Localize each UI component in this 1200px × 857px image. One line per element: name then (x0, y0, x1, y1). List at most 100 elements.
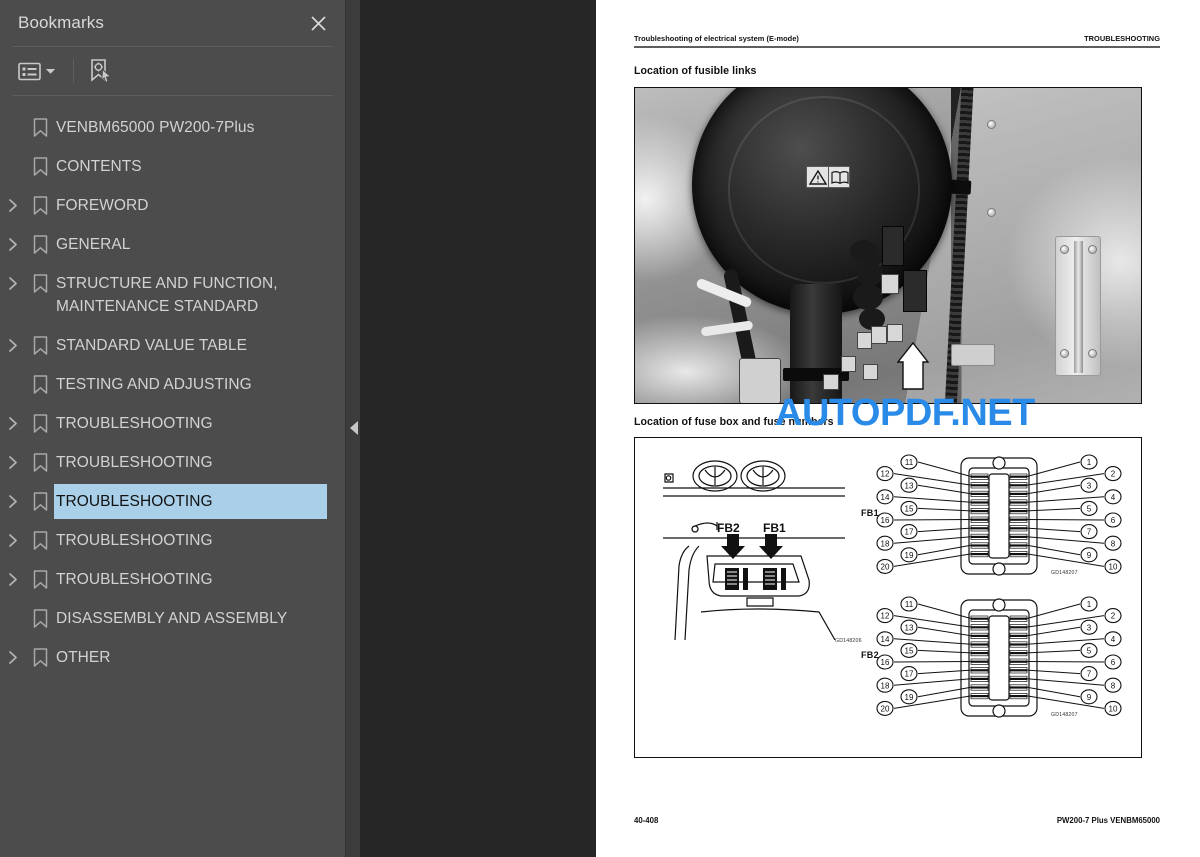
hose-bundle (857, 261, 883, 286)
bookmark-item[interactable]: STRUCTURE AND FUNCTION, MAINTENANCE STAN… (0, 264, 345, 326)
fuse-number-bubble: 8 (1104, 677, 1122, 693)
fuse-number-bubble: 20 (876, 700, 894, 716)
bookmark-item[interactable]: TESTING AND ADJUSTING (0, 365, 345, 404)
fuse-number-bubble: 10 (1104, 558, 1122, 574)
list-options-icon[interactable] (18, 56, 62, 86)
svg-text:11: 11 (905, 600, 914, 609)
document-viewer[interactable]: Troubleshooting of electrical system (E-… (360, 0, 1200, 857)
bookmark-list[interactable]: VENBM65000 PW200-7Plus CONTENTS FOREWORD GE… (0, 96, 345, 857)
fuse-number-bubble: 16 (876, 654, 894, 670)
fuse-number-bubble: 17 (900, 523, 918, 539)
fuse-number-bubble: 10 (1104, 700, 1122, 716)
page-header-right: TROUBLESHOOTING (1084, 34, 1160, 43)
fuse-number-bubble: 18 (876, 535, 894, 551)
bookmark-icon (26, 367, 54, 394)
section-title-fuse-box: Location of fuse box and fuse numbers (634, 415, 834, 428)
page-header: Troubleshooting of electrical system (E-… (634, 34, 1160, 43)
fuse-box-fb2-label: FB2 (861, 649, 879, 660)
sidebar-title: Bookmarks (18, 13, 104, 32)
chevron-right-icon[interactable] (0, 562, 26, 586)
svg-text:3: 3 (1087, 623, 1092, 632)
bookmark-icon (26, 445, 54, 472)
fuse-number-bubble: 16 (876, 512, 894, 528)
fuse-number-bubble: 19 (900, 688, 918, 704)
figure-fusible-links-photo (634, 86, 1142, 404)
bookmark-label: OTHER (56, 649, 111, 666)
chevron-right-icon[interactable] (0, 406, 26, 430)
tube-clamp-band (783, 367, 849, 381)
chevron-right-icon[interactable] (0, 523, 26, 547)
bookmark-item[interactable]: TROUBLESHOOTING (0, 560, 345, 599)
chevron-right-icon[interactable] (0, 484, 26, 508)
fuse-number-bubble: 7 (1080, 665, 1098, 681)
warning-decal (806, 165, 850, 188)
fuse-number-bubble: 1 (1080, 454, 1098, 470)
bookmark-label: STANDARD VALUE TABLE (56, 337, 248, 354)
hinge-bolt (1088, 244, 1097, 254)
svg-text:2: 2 (1111, 469, 1116, 478)
bookmark-item[interactable]: CONTENTS (0, 147, 345, 186)
bookmark-item[interactable]: OTHER (0, 638, 345, 677)
triangle-left-icon[interactable] (348, 418, 360, 438)
chevron-right-icon[interactable] (0, 640, 26, 664)
bookmark-item[interactable]: DISASSEMBLY AND ASSEMBLY (0, 599, 345, 638)
svg-text:17: 17 (905, 669, 914, 678)
svg-text:4: 4 (1111, 634, 1116, 643)
fuse-number-bubble: 14 (876, 630, 894, 646)
fuse-box-fb2-code: GD148207 (1051, 711, 1078, 718)
fuse-number-bubble: 9 (1080, 546, 1098, 562)
callout-arrow-icon (897, 340, 931, 390)
chevron-right-icon[interactable] (0, 266, 26, 290)
new-bookmark-icon[interactable] (85, 56, 115, 86)
fuse-number-bubble: 5 (1080, 642, 1098, 658)
fusible-link (823, 373, 839, 390)
bookmark-item[interactable]: TROUBLESHOOTING (0, 521, 345, 560)
bracket (951, 343, 995, 366)
toolbar-separator (73, 59, 74, 83)
fuse-number-bubble: 4 (1104, 488, 1122, 504)
bookmark-icon (26, 266, 54, 293)
fuse-box-fb1-diagram: 1234567891011121314151617181920 (876, 454, 1122, 576)
page-footer-model: PW200-7 Plus VENBM65000 (1056, 816, 1160, 825)
bookmark-item[interactable]: VENBM65000 PW200-7Plus (0, 108, 345, 147)
electrical-connector (881, 273, 899, 294)
fuse-number-bubble: 17 (900, 665, 918, 681)
bookmark-item[interactable]: FOREWORD (0, 186, 345, 225)
chevron-right-icon[interactable] (0, 188, 26, 212)
fuse-box-fb1-code: GD148207 (1051, 569, 1078, 576)
bookmark-item[interactable]: TROUBLESHOOTING (0, 404, 345, 443)
bookmark-label: TROUBLESHOOTING (53, 483, 328, 520)
svg-text:12: 12 (881, 469, 890, 478)
chevron-right-icon[interactable] (0, 445, 26, 469)
fusible-link (863, 363, 878, 380)
chevron-right-icon[interactable] (0, 328, 26, 352)
sidebar-resize-divider[interactable] (345, 0, 360, 857)
svg-text:15: 15 (905, 646, 914, 655)
svg-text:18: 18 (881, 539, 890, 548)
bookmark-item[interactable]: TROUBLESHOOTING (0, 482, 345, 521)
fuse-number-bubble: 14 (876, 488, 894, 504)
svg-text:8: 8 (1111, 539, 1116, 548)
svg-text:7: 7 (1087, 527, 1092, 536)
bookmark-icon (26, 484, 54, 511)
pdf-page: Troubleshooting of electrical system (E-… (596, 0, 1200, 857)
fuse-number-bubble: 3 (1080, 477, 1098, 493)
fusible-link (841, 355, 856, 372)
bookmark-label: VENBM65000 PW200-7Plus (56, 119, 255, 136)
close-icon[interactable] (305, 10, 331, 36)
svg-text:5: 5 (1087, 646, 1092, 655)
fuse-number-bubble: 15 (900, 500, 918, 516)
pdf-reader-window: Bookmarks VENBM65000 PW200-7Plus CONTENT… (0, 0, 1200, 857)
bookmark-icon (26, 328, 54, 355)
fuse-number-bubble: 9 (1080, 688, 1098, 704)
fuse-number-bubble: 13 (900, 619, 918, 635)
chevron-right-icon[interactable] (0, 227, 26, 251)
bookmark-item[interactable]: TROUBLESHOOTING (0, 443, 345, 482)
fuse-box-fb1-label: FB1 (861, 507, 879, 518)
fuse-box-fb2: FB2 1 2 3 4 5 6 7 8 9 10 11 12 13 14 15 16 17 18 19 20 GD14… (861, 588, 1137, 728)
bookmark-item[interactable]: STANDARD VALUE TABLE (0, 326, 345, 365)
hose-bundle (850, 239, 878, 262)
bookmark-label: TROUBLESHOOTING (56, 454, 213, 471)
bookmark-item[interactable]: GENERAL (0, 225, 345, 264)
bookmark-icon (26, 227, 54, 254)
